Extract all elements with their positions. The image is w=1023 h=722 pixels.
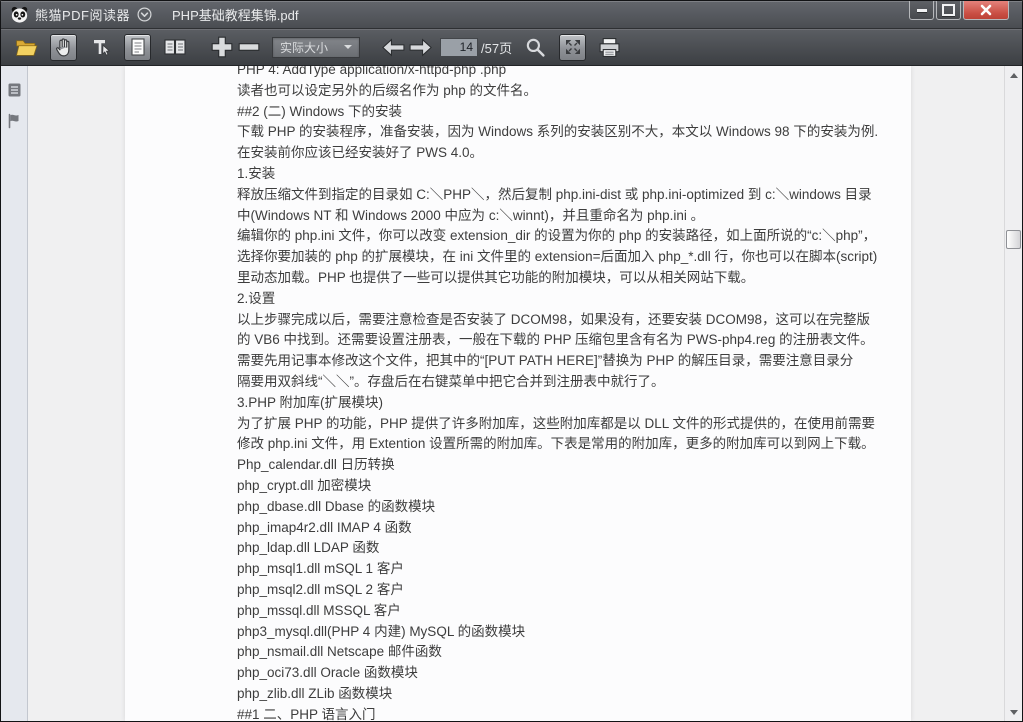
text-line: php_msql2.dll mSQL 2 客户 [237, 580, 891, 601]
chevron-down-icon [344, 45, 352, 49]
open-file-button[interactable] [13, 34, 40, 61]
text-line: php_crypt.dll 加密模块 [237, 476, 891, 497]
text-line: 2.设置 [237, 289, 891, 310]
scrollbar-thumb[interactable] [1006, 230, 1021, 249]
text-line: php_dbase.dll Dbase 的函数模块 [237, 497, 891, 518]
toolbar: 实际大小 /57页 [1, 28, 1022, 66]
text-line: 下载 PHP 的安装程序，准备安装，因为 Windows 系列的安装区别不大，本… [237, 122, 891, 143]
text-line: php_mssql.dll MSSQL 客户 [237, 601, 891, 622]
triangle-down-icon [1010, 710, 1018, 715]
text-line: 以上步骤完成以后，需要注意检查是否安装了 DCOM98，如果没有，还要安装 DC… [237, 310, 891, 331]
text-line: 修改 php.ini 文件，用 Extention 设置所需的附加库。下表是常用… [237, 434, 891, 455]
single-page-icon [129, 37, 147, 57]
text-line: php3_mysql.dll(PHP 4 内建) MySQL 的函数模块 [237, 622, 891, 643]
app-menu-chevron-icon[interactable] [137, 7, 152, 22]
two-page-view-button[interactable] [161, 34, 188, 61]
text-line: 释放压缩文件到指定的目录如 C:＼PHP＼，然后复制 php.ini-dist … [237, 185, 891, 206]
text-line: php_msql1.dll mSQL 1 客户 [237, 559, 891, 580]
text-line: php_nsmail.dll Netscape 邮件函数 [237, 642, 891, 663]
panda-logo-icon [11, 6, 28, 23]
two-page-icon [163, 37, 187, 57]
text-line: Php_calendar.dll 日历转换 [237, 455, 891, 476]
hand-icon [54, 37, 73, 58]
folder-open-icon [15, 38, 38, 57]
document-title: PHP基础教程集锦.pdf [172, 5, 298, 24]
close-icon [980, 4, 992, 16]
fit-screen-icon [564, 38, 582, 56]
content-area: PHP 4: AddType application/x-httpd-php .… [1, 66, 1022, 721]
search-button[interactable] [522, 34, 549, 61]
maximize-icon [942, 4, 955, 16]
hand-tool-button[interactable] [50, 34, 77, 61]
page-number-input[interactable] [440, 38, 478, 57]
text-line: 里动态加载。PHP 也提供了一些可以提供其它功能的附加模块，可以从相关网站下载。 [237, 268, 891, 289]
app-title: 熊猫PDF阅读器 [35, 5, 130, 24]
previous-page-button[interactable] [380, 34, 407, 61]
zoom-in-button[interactable] [208, 34, 235, 61]
arrow-right-icon [408, 38, 433, 57]
zoom-level-value: 实际大小 [280, 39, 328, 56]
text-select-tool-button[interactable] [87, 34, 114, 61]
text-line: 的 VB6 中找到。还需要设置注册表，一般在下载的 PHP 压缩包里含有名为 P… [237, 330, 891, 351]
arrow-left-icon [381, 38, 406, 57]
pdf-page[interactable]: PHP 4: AddType application/x-httpd-php .… [125, 66, 911, 721]
print-button[interactable] [596, 34, 623, 61]
navigation-sidebar [1, 66, 28, 721]
outline-panel-icon[interactable] [7, 82, 22, 98]
minus-icon [237, 35, 261, 59]
text-line: php_ldap.dll LDAP 函数 [237, 538, 891, 559]
text-line: 隔要用双斜线“＼＼”。存盘后在右键菜单中把它合并到注册表中就行了。 [237, 372, 891, 393]
flag-panel-icon[interactable] [7, 113, 22, 129]
text-line: php_zlib.dll ZLib 函数模块 [237, 684, 891, 705]
vertical-scrollbar[interactable] [1004, 66, 1022, 721]
text-line: ##1 二、PHP 语言入门 [237, 705, 891, 721]
text-line: 为了扩展 PHP 的功能，PHP 提供了许多附加库，这些附加库都是以 DLL 文… [237, 414, 891, 435]
text-cursor-icon [91, 37, 111, 57]
zoom-level-select[interactable]: 实际大小 [272, 37, 360, 58]
pdf-reader-window: 熊猫PDF阅读器 PHP基础教程集锦.pdf [0, 0, 1023, 722]
text-line: PHP 4: AddType application/x-httpd-php .… [237, 66, 891, 81]
maximize-button[interactable] [936, 1, 961, 20]
zoom-out-button[interactable] [235, 34, 262, 61]
text-line: php_imap4r2.dll IMAP 4 函数 [237, 518, 891, 539]
close-button[interactable] [963, 1, 1009, 20]
page-text: PHP 4: AddType application/x-httpd-php .… [237, 66, 891, 721]
text-line: 3.PHP 附加库(扩展模块) [237, 393, 891, 414]
search-icon [525, 37, 546, 58]
scroll-down-button[interactable] [1005, 705, 1022, 719]
text-line: 1.安装 [237, 164, 891, 185]
next-page-button[interactable] [407, 34, 434, 61]
document-canvas[interactable]: PHP 4: AddType application/x-httpd-php .… [28, 66, 1004, 721]
page-total-label: /57页 [481, 38, 512, 57]
minimize-button[interactable] [909, 1, 934, 20]
text-line: 需要先用记事本修改这个文件，把其中的“[PUT PATH HERE]”替换为 P… [237, 351, 891, 372]
fit-screen-button[interactable] [559, 34, 586, 61]
printer-icon [598, 37, 621, 58]
text-line: 选择你要加装的 php 的扩展模块，在 ini 文件里的 extension=后… [237, 247, 891, 268]
single-page-view-button[interactable] [124, 34, 151, 61]
text-line: php_oci73.dll Oracle 函数模块 [237, 663, 891, 684]
text-line: 读者也可以设定另外的后缀名作为 php 的文件名。 [237, 81, 891, 102]
text-line: 在安装前你应该已经安装好了 PWS 4.0。 [237, 143, 891, 164]
text-line: ##2 (二) Windows 下的安装 [237, 102, 891, 123]
plus-icon [210, 35, 234, 59]
titlebar: 熊猫PDF阅读器 PHP基础教程集锦.pdf [1, 1, 1022, 28]
scroll-up-button[interactable] [1005, 68, 1022, 82]
window-controls [909, 1, 1009, 20]
text-line: 中(Windows NT 和 Windows 2000 中应为 c:＼winnt… [237, 206, 891, 227]
triangle-up-icon [1010, 73, 1018, 78]
text-line: 编辑你的 php.ini 文件，你可以改变 extension_dir 的设置为… [237, 226, 891, 247]
minimize-icon [917, 9, 927, 12]
